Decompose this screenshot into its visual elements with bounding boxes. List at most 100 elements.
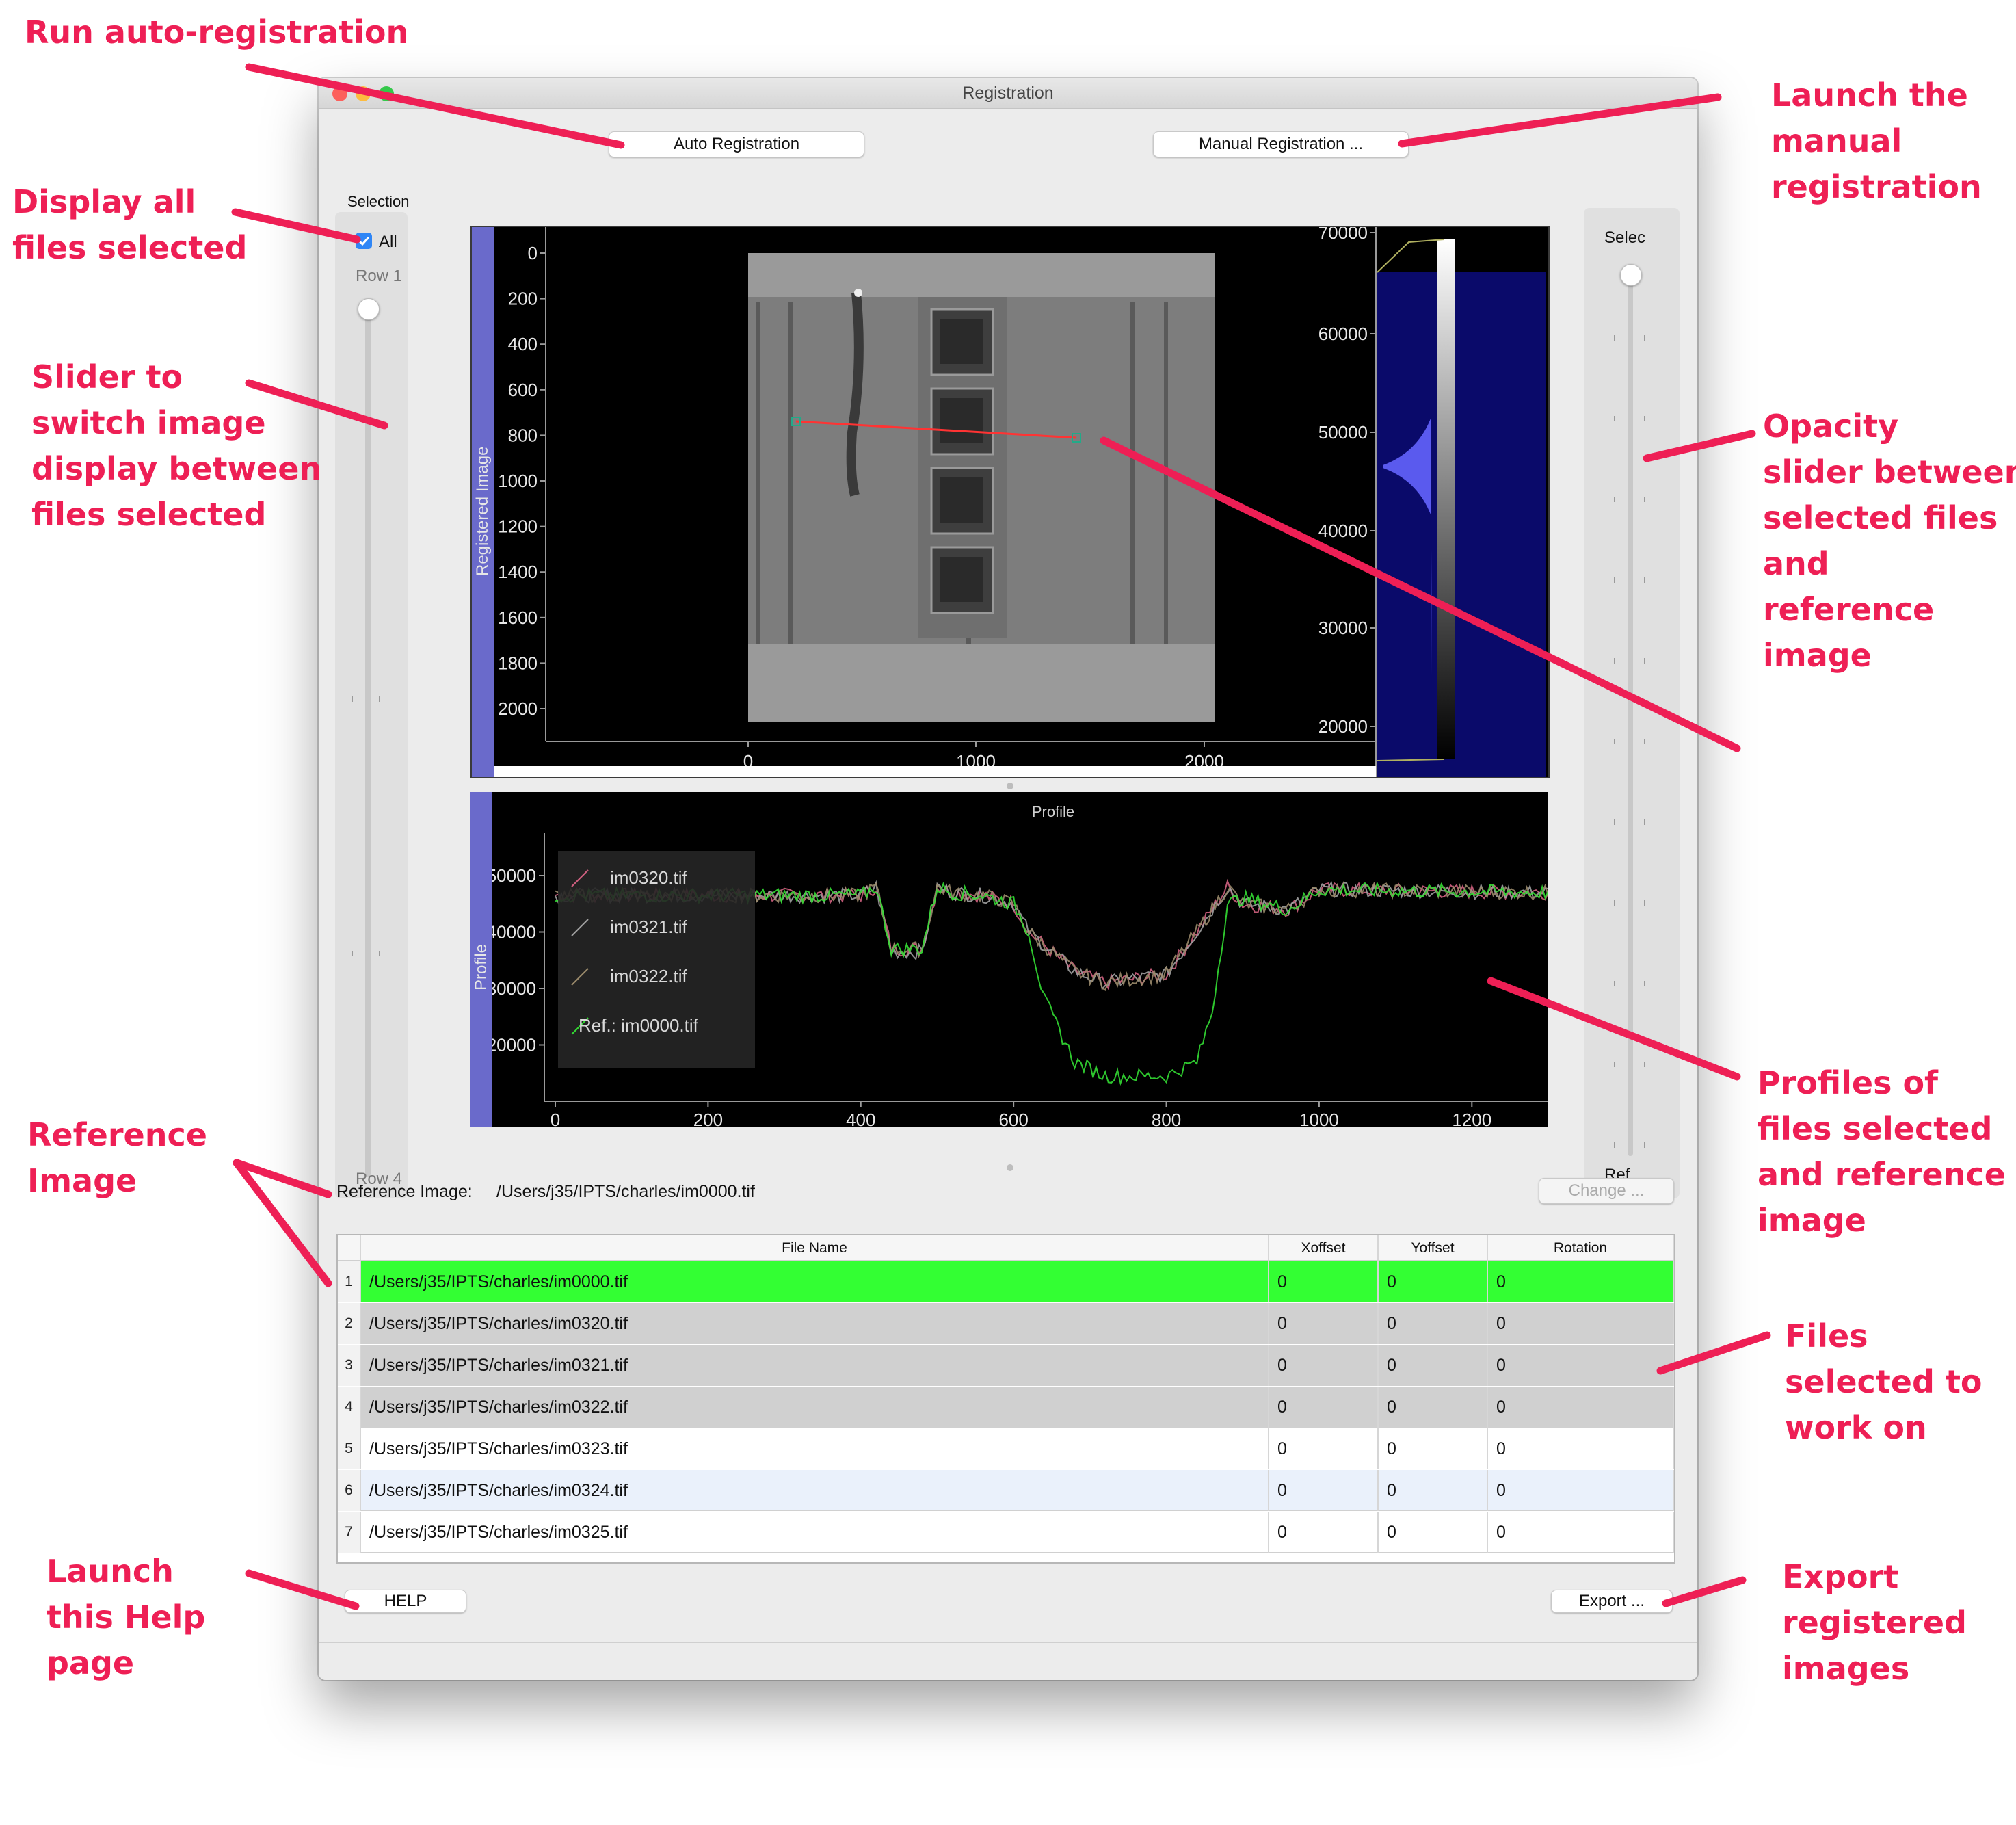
- rotation-cell[interactable]: 0: [1488, 1470, 1674, 1511]
- xoffset-cell[interactable]: 0: [1269, 1470, 1379, 1511]
- image-y-tick-label: 0: [528, 243, 538, 263]
- image-y-tick-label: 200: [508, 289, 538, 309]
- profile-x-tick-label: 200: [693, 1110, 723, 1127]
- file-name-cell[interactable]: /Users/j35/IPTS/charles/im0000.tif: [361, 1261, 1269, 1302]
- opacity-slider-track[interactable]: [1628, 274, 1633, 1156]
- arrow-reference-1: [233, 1159, 332, 1287]
- selection-slider-track[interactable]: [365, 308, 371, 1177]
- yoffset-cell[interactable]: 0: [1379, 1345, 1488, 1386]
- rotation-cell[interactable]: 0: [1488, 1345, 1674, 1386]
- yoffset-cell[interactable]: 0: [1379, 1428, 1488, 1469]
- yoffset-cell[interactable]: 0: [1379, 1387, 1488, 1428]
- column-header-xoffset[interactable]: Xoffset: [1269, 1235, 1379, 1261]
- column-header-file-name[interactable]: File Name: [361, 1235, 1269, 1261]
- table-row[interactable]: 2/Users/j35/IPTS/charles/im0320.tif 0 0 0: [338, 1303, 1674, 1344]
- row-number: 1: [338, 1261, 361, 1302]
- row-number: 2: [338, 1303, 361, 1344]
- sample-cell-core: [940, 557, 983, 602]
- opacity-top-label: Selec: [1604, 228, 1646, 247]
- file-name-cell[interactable]: /Users/j35/IPTS/charles/im0325.tif: [361, 1512, 1269, 1553]
- sample-cell-core: [940, 319, 983, 364]
- table-row-reference[interactable]: 1/Users/j35/IPTS/charles/im0000.tif 0 0 0: [338, 1261, 1674, 1302]
- column-header-yoffset[interactable]: Yoffset: [1379, 1235, 1488, 1261]
- profile-plot-view[interactable]: Profile Profile 50000 40000 30000 20000 0 200 4…: [470, 792, 1548, 1127]
- rotation-cell[interactable]: 0: [1488, 1387, 1674, 1428]
- reference-image-path: /Users/j35/IPTS/charles/im0000.tif: [496, 1182, 755, 1201]
- manual-registration-button[interactable]: Manual Registration ...: [1153, 131, 1409, 157]
- opacity-slider-tick: [1614, 577, 1615, 583]
- sample-rod-tip: [854, 289, 862, 297]
- histogram-tick-label: 50000: [1318, 422, 1368, 443]
- image-y-tick-label: 600: [508, 380, 538, 400]
- profile-x-tick-label: 800: [1152, 1110, 1181, 1127]
- sample-cell-core: [940, 398, 983, 443]
- opacity-slider-panel: Selec Ref.: [1584, 208, 1680, 1198]
- xoffset-cell[interactable]: 0: [1269, 1345, 1379, 1386]
- annotation-run-auto: Run auto-registration: [25, 14, 409, 51]
- splitter-handle[interactable]: [1007, 1164, 1013, 1171]
- histogram-tick-label: 30000: [1318, 618, 1368, 638]
- xoffset-cell[interactable]: 0: [1269, 1428, 1379, 1469]
- rotation-cell[interactable]: 0: [1488, 1512, 1674, 1553]
- row-number-header: [338, 1235, 361, 1261]
- image-plot-canvas[interactable]: 02004006008001000120014001600180020000 10…: [494, 227, 1548, 777]
- annotation-profiles: Profiles of files selected and reference i…: [1758, 1064, 2006, 1239]
- opacity-slider-tick: [1614, 1142, 1615, 1148]
- yoffset-cell[interactable]: 0: [1379, 1303, 1488, 1344]
- table-row[interactable]: 7/Users/j35/IPTS/charles/im0325.tif 0 0 0: [338, 1512, 1674, 1553]
- table-row[interactable]: 4/Users/j35/IPTS/charles/im0322.tif 0 0 0: [338, 1387, 1674, 1428]
- file-name-cell[interactable]: /Users/j35/IPTS/charles/im0324.tif: [361, 1470, 1269, 1511]
- image-y-tick-label: 1600: [498, 607, 538, 628]
- profile-x-tick-label: 400: [846, 1110, 875, 1127]
- rotation-cell[interactable]: 0: [1488, 1303, 1674, 1344]
- registered-image-side-bar: Registered Image: [472, 227, 494, 777]
- image-top-band: [748, 253, 1215, 297]
- opacity-slider-tick: [1644, 577, 1645, 583]
- table-row[interactable]: 3/Users/j35/IPTS/charles/im0321.tif 0 0 0: [338, 1345, 1674, 1386]
- files-table[interactable]: File Name Xoffset Yoffset Rotation 1/Use…: [336, 1234, 1675, 1564]
- legend-entry: im0321.tif: [610, 917, 687, 937]
- yoffset-cell[interactable]: 0: [1379, 1261, 1488, 1302]
- annotation-launch-help: Launch this Help page: [47, 1553, 206, 1681]
- yoffset-cell[interactable]: 0: [1379, 1512, 1488, 1553]
- image-frame-line: [1164, 302, 1168, 644]
- annotation-export: Export registered images: [1782, 1558, 1967, 1687]
- opacity-slider-thumb[interactable]: [1620, 264, 1642, 286]
- registered-image-side-label: Registered Image: [473, 446, 492, 576]
- opacity-slider-tick: [1644, 981, 1645, 986]
- image-bottom-band: [748, 644, 1215, 722]
- histogram-panel: [1377, 272, 1546, 777]
- column-header-rotation[interactable]: Rotation: [1488, 1235, 1674, 1261]
- profile-plot-canvas[interactable]: Profile 50000 40000 30000 20000 0 200 400 600 800…: [492, 792, 1548, 1127]
- help-button[interactable]: HELP: [345, 1590, 466, 1613]
- file-name-cell[interactable]: /Users/j35/IPTS/charles/im0323.tif: [361, 1428, 1269, 1469]
- yoffset-cell[interactable]: 0: [1379, 1470, 1488, 1511]
- rotation-cell[interactable]: 0: [1488, 1261, 1674, 1302]
- rotation-cell[interactable]: 0: [1488, 1428, 1674, 1469]
- histogram-tick-label: 60000: [1318, 324, 1368, 344]
- table-row[interactable]: 6/Users/j35/IPTS/charles/im0324.tif 0 0 0: [338, 1470, 1674, 1511]
- xoffset-cell[interactable]: 0: [1269, 1261, 1379, 1302]
- file-name-cell[interactable]: /Users/j35/IPTS/charles/im0321.tif: [361, 1345, 1269, 1386]
- histogram-tick-label: 20000: [1318, 716, 1368, 737]
- opacity-slider-tick: [1644, 497, 1645, 502]
- xoffset-cell[interactable]: 0: [1269, 1303, 1379, 1344]
- registered-image-view[interactable]: Registered Image 0 200 400 600 800 1000 1200 14…: [470, 226, 1550, 778]
- change-reference-button[interactable]: Change ...: [1539, 1178, 1674, 1204]
- splitter-handle[interactable]: [1007, 783, 1013, 789]
- xoffset-cell[interactable]: 0: [1269, 1387, 1379, 1428]
- opacity-slider-tick: [1644, 658, 1645, 664]
- xoffset-cell[interactable]: 0: [1269, 1512, 1379, 1553]
- auto-registration-button[interactable]: Auto Registration: [609, 131, 864, 157]
- slider-tick: [352, 696, 353, 702]
- all-checkbox[interactable]: [356, 233, 372, 249]
- image-frame-line: [1130, 302, 1135, 644]
- opacity-slider-tick: [1614, 981, 1615, 986]
- table-row[interactable]: 5/Users/j35/IPTS/charles/im0323.tif 0 0 0: [338, 1428, 1674, 1469]
- annotation-launch-manual: Launch the manual registration: [1771, 77, 1982, 205]
- file-name-cell[interactable]: /Users/j35/IPTS/charles/im0322.tif: [361, 1387, 1269, 1428]
- file-name-cell[interactable]: /Users/j35/IPTS/charles/im0320.tif: [361, 1303, 1269, 1344]
- registration-window: Registration Auto Registration Manual Re…: [319, 78, 1697, 1680]
- export-button[interactable]: Export ...: [1551, 1590, 1673, 1613]
- selection-slider-thumb[interactable]: [358, 298, 380, 320]
